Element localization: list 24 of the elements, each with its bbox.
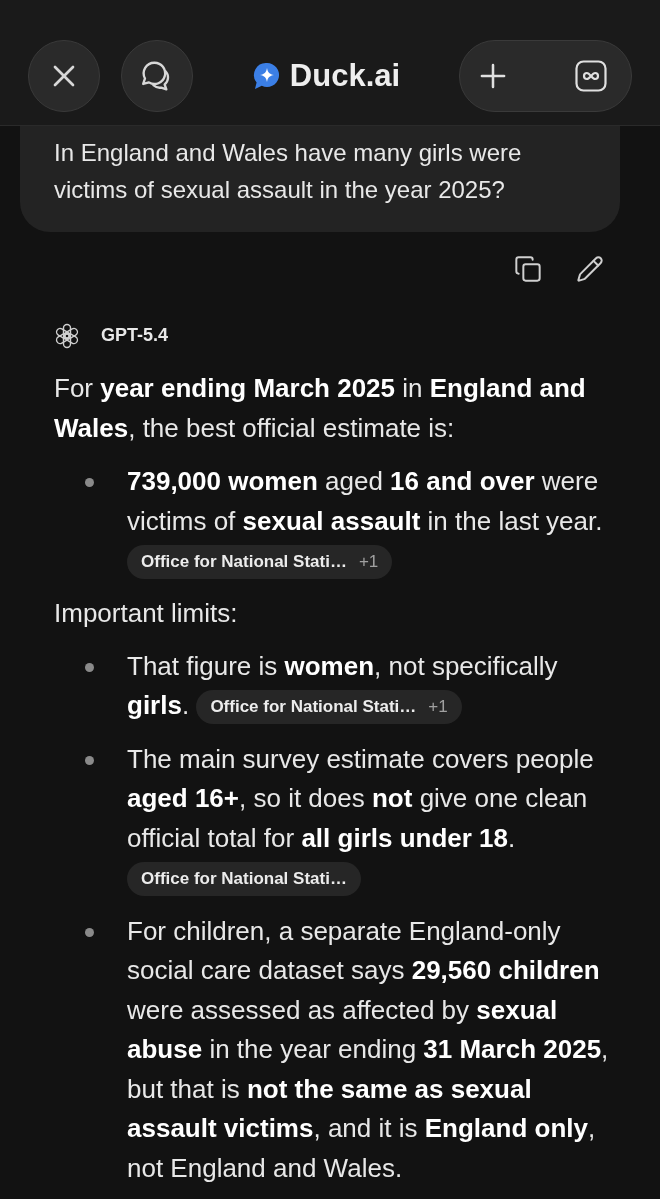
source-chip[interactable]: Office for National Stati… +1	[196, 690, 462, 725]
pencil-icon	[576, 255, 604, 283]
model-name: GPT-5.4	[101, 324, 169, 347]
infinity-icon	[575, 60, 607, 92]
bullet-icon	[85, 755, 94, 765]
source-chip[interactable]: Office for National Stati…	[127, 862, 361, 897]
bullet-text: That figure is women, not specifically girls. Office for National Stati… +1	[127, 646, 613, 726]
bullet-icon	[85, 662, 94, 672]
bullet-icon	[85, 927, 94, 937]
bullet-text: 739,000 women aged 16 and over were victims of sexual assault in the last year. Office for National Stati… +1	[127, 462, 613, 581]
app-title: Duck.ai	[289, 56, 401, 95]
rosette-icon	[54, 322, 80, 349]
edit-button[interactable]	[575, 254, 605, 284]
limits-heading: Important limits:	[54, 596, 239, 630]
bullet-text: The main survey estimate covers people aged 16+, so it does not give one clean official total for all girls under 18. Office for National Stati…	[127, 739, 613, 898]
user-message-text: In England and Wales have many girls were victims of sexual assault in the year 2025?	[54, 138, 523, 205]
infinity-button[interactable]	[575, 60, 607, 92]
bullet-icon	[85, 478, 94, 487]
source-chip[interactable]: Office for National Stati… +1	[127, 545, 393, 580]
sparkle-bubble-icon	[251, 62, 280, 90]
copy-icon	[514, 255, 542, 283]
bullet-text: For children, a separate England-only social care dataset says 29,560 children were assessed as affected by sexual abuse in the year ending 31 March 2025, but that is not the same as sexual assault victims, and it is England only, not England and Wales.	[127, 914, 610, 1185]
intro-text: For year ending March 2025 in England and Wales, the best official estimate is:	[54, 372, 587, 445]
copy-button[interactable]	[513, 254, 543, 284]
